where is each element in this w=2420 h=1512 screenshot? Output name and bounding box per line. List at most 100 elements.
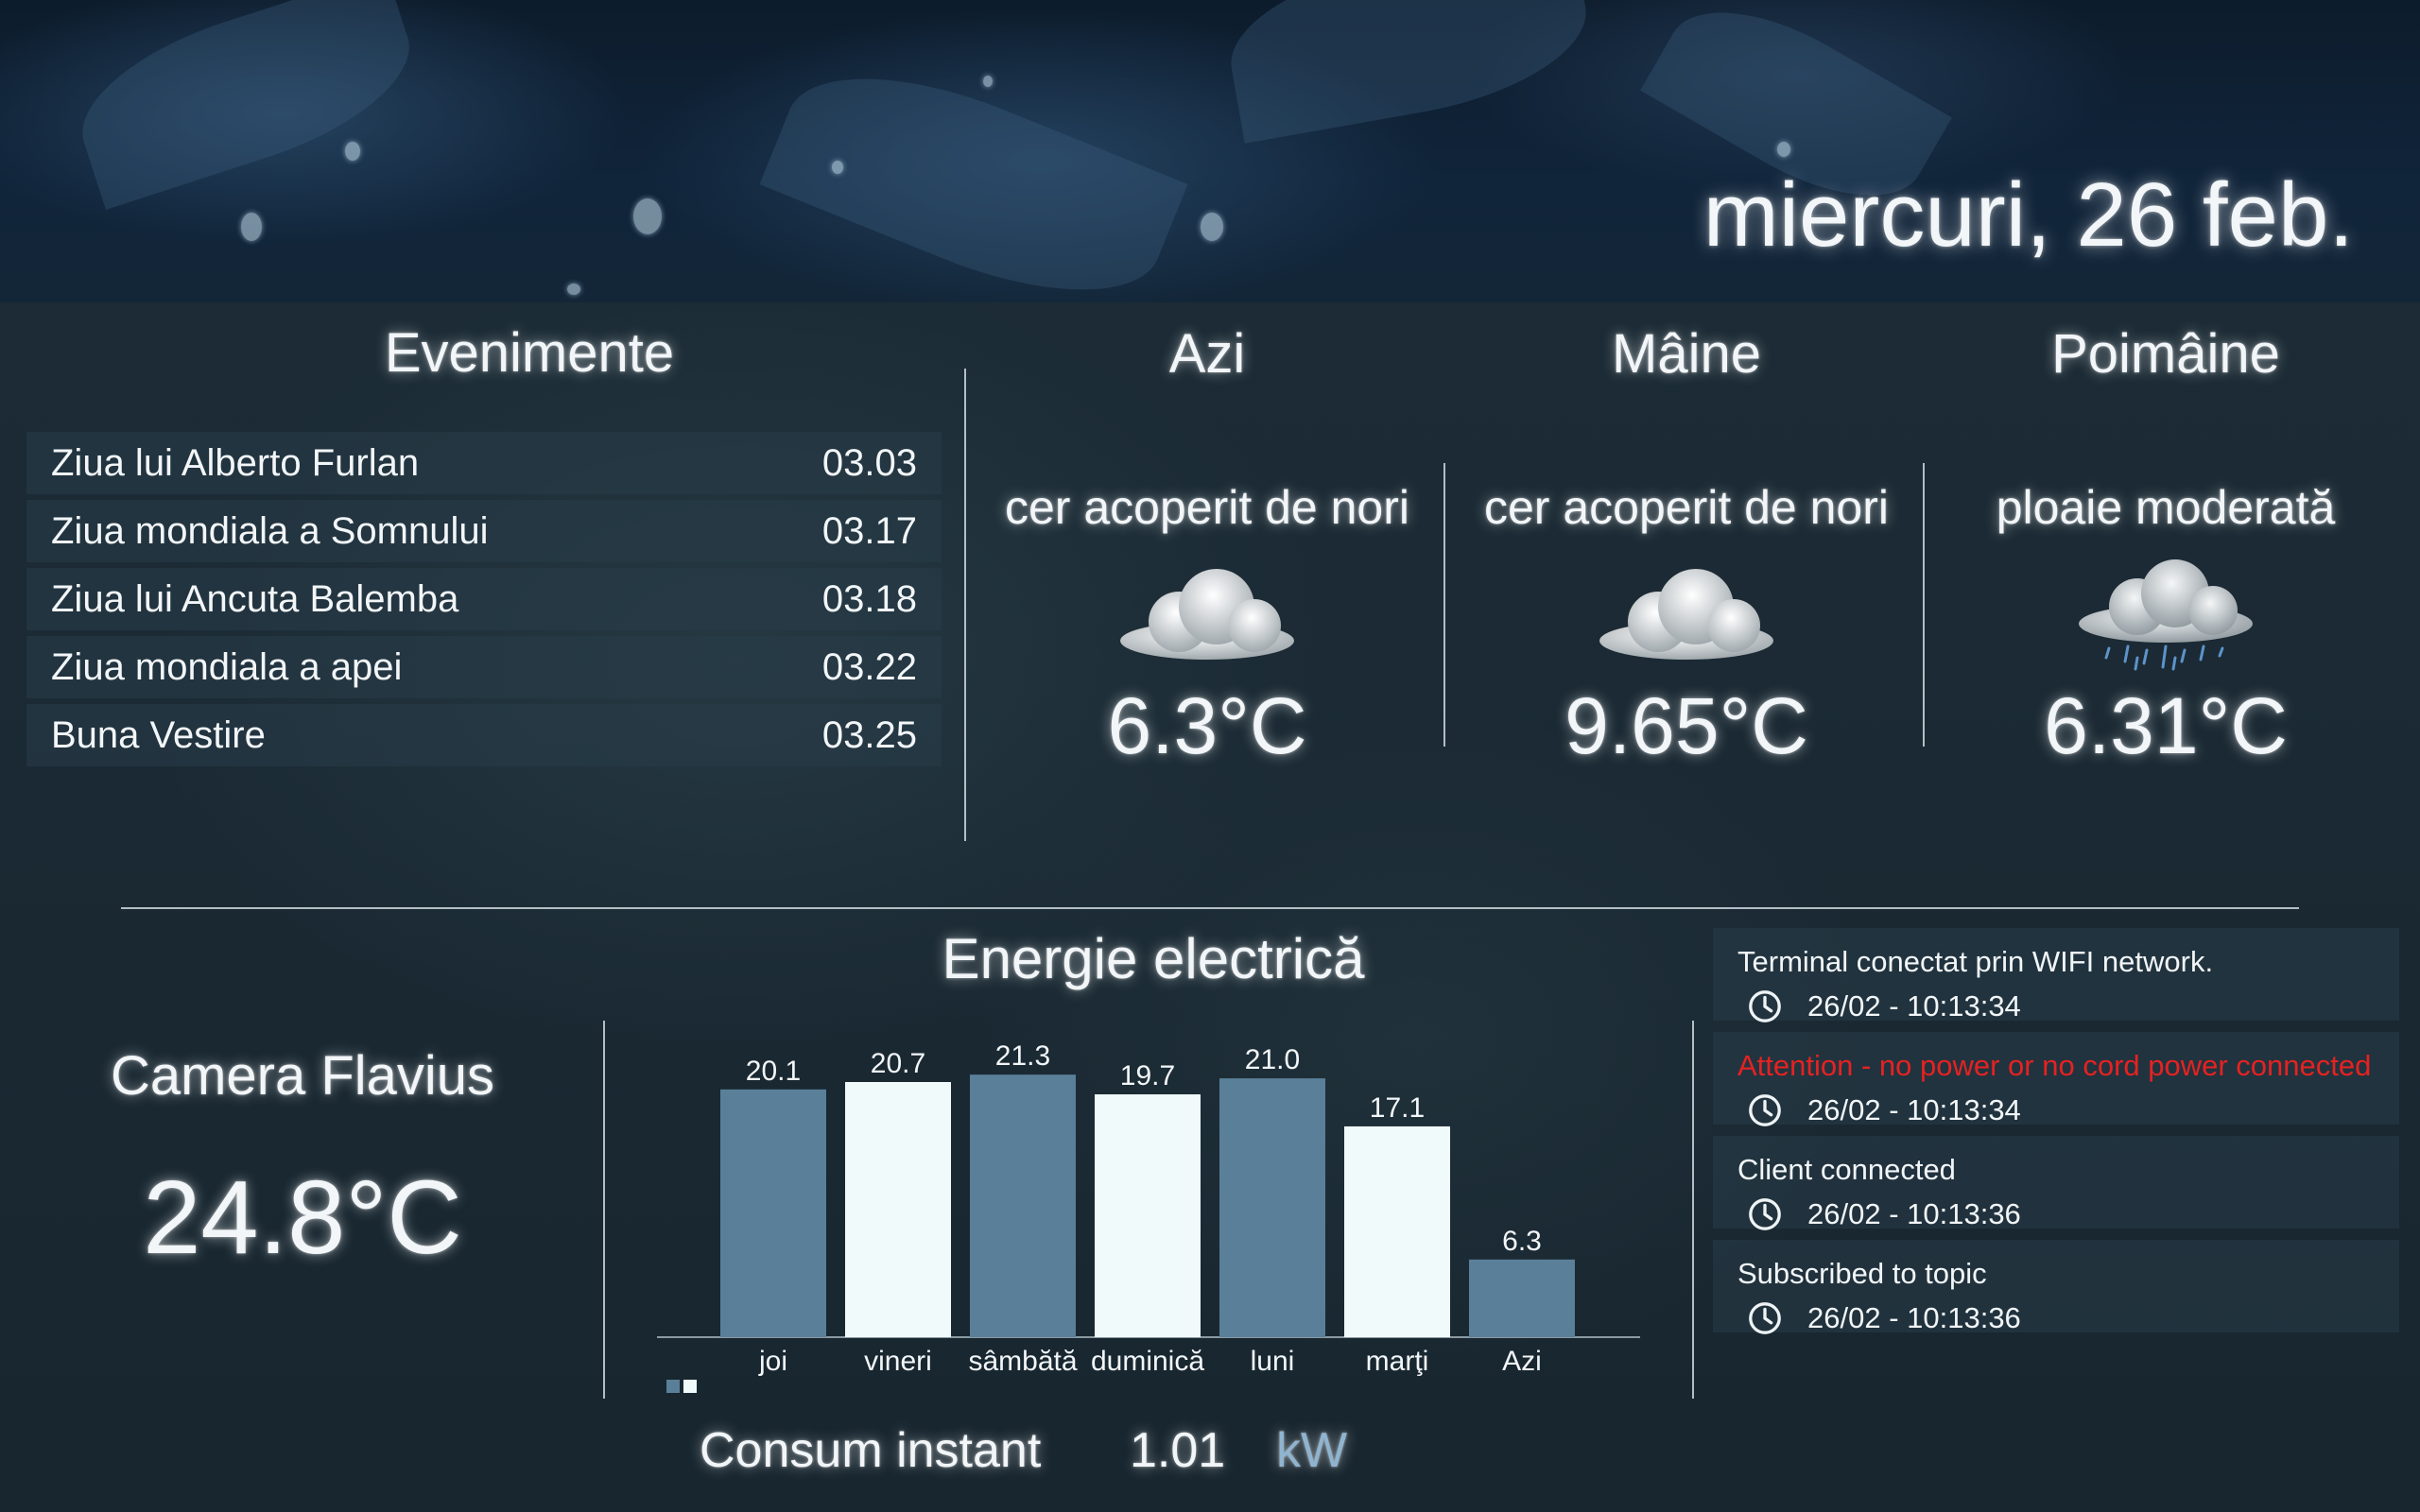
list-item: Ziua lui Ancuta Balemba 03.18 [26, 568, 942, 630]
log-item: Client connected 26/02 - 10:13:36 [1713, 1136, 2399, 1230]
divider [1443, 463, 1445, 747]
water-drop [345, 142, 360, 161]
list-item: Ziua mondiala a Somnului 03.17 [26, 500, 942, 562]
water-drop [1201, 213, 1223, 241]
chart-data-label: 17.1 [1370, 1092, 1425, 1124]
water-drop [832, 161, 843, 174]
log-item: Attention - no power or no cord power co… [1713, 1032, 2399, 1128]
forecast-today: Azi cer acoperit de nori 6.3°C [971, 321, 1443, 772]
list-item: Ziua lui Alberto Furlan 03.03 [26, 432, 942, 494]
chart-data-label: 20.7 [871, 1048, 925, 1079]
event-name: Ziua mondiala a apei [51, 645, 403, 688]
leaf-decoration [759, 35, 1188, 302]
leaf-decoration [1218, 0, 1599, 144]
chart-title: Energie electrică [942, 927, 1365, 990]
chart-tick-label: luni [1251, 1346, 1295, 1377]
forecast-day: Poimâine [2051, 323, 2280, 385]
chart-tick-label: sâmbătă [968, 1346, 1077, 1377]
divider [1692, 1021, 1694, 1399]
cloud-icon [1599, 569, 1773, 660]
chart-bar [1344, 1125, 1450, 1337]
log-message: Attention - no power or no cord power co… [1737, 1049, 2372, 1082]
chart-tick-label: vineri [864, 1346, 932, 1377]
date-title: miercuri, 26 feb. [1703, 164, 2354, 266]
event-date: 03.25 [821, 713, 917, 756]
chart-tick-label: marţi [1366, 1346, 1429, 1377]
chart-bar [1469, 1259, 1575, 1337]
forecast-day: Mâine [1612, 323, 1761, 385]
chart-data-label: 19.7 [1120, 1060, 1175, 1091]
legend-swatch [683, 1380, 697, 1393]
clock-icon [1749, 990, 1781, 1022]
log-time: 26/02 - 10:13:34 [1807, 989, 2021, 1022]
log-time: 26/02 - 10:13:36 [1807, 1301, 2021, 1334]
room-name: Camera Flavius [110, 1045, 495, 1107]
consum-instant-unit: kW [1276, 1423, 1348, 1478]
chart-bar [970, 1074, 1076, 1337]
chart-data-label: 21.3 [995, 1040, 1050, 1072]
list-item: Buna Vestire 03.25 [26, 704, 942, 766]
clock-icon [1749, 1094, 1781, 1126]
event-date: 03.03 [821, 441, 917, 484]
consum-instant-value: 1.01 [1130, 1423, 1226, 1478]
forecast-day-after: Poimâine ploaie moderată 6.31°C [1929, 321, 2402, 772]
legend-swatch [666, 1380, 680, 1393]
chart-data-label: 6.3 [1502, 1226, 1542, 1257]
event-date: 03.22 [821, 645, 917, 688]
water-drop [983, 76, 993, 87]
event-name: Buna Vestire [51, 713, 266, 756]
log-message: Client connected [1737, 1153, 1956, 1186]
log-time-row: 26/02 - 10:13:36 [1737, 1196, 2399, 1232]
water-drop [241, 213, 262, 241]
log-message: Subscribed to topic [1737, 1257, 1987, 1290]
event-name: Ziua lui Alberto Furlan [51, 441, 420, 484]
water-drop [567, 284, 580, 295]
log-message: Terminal conectat prin WIFI network. [1737, 945, 2214, 978]
log-time: 26/02 - 10:13:36 [1807, 1197, 2021, 1230]
events-title: Evenimente [384, 322, 675, 384]
list-item: Ziua mondiala a apei 03.22 [26, 636, 942, 698]
forecast-day: Azi [1168, 323, 1246, 385]
chart-bar [1095, 1094, 1201, 1337]
event-date: 03.17 [821, 509, 917, 552]
event-log: Terminal conectat prin WIFI network. 26/… [1713, 928, 2399, 1344]
chart-bar [845, 1082, 951, 1337]
chart-tick-label: joi [758, 1346, 787, 1377]
chart-data-label: 21.0 [1245, 1044, 1300, 1075]
consum-instant-label: Consum instant [700, 1423, 1042, 1478]
log-time-row: 26/02 - 10:13:36 [1737, 1300, 2399, 1336]
forecast-temperature: 6.31°C [2044, 681, 2288, 770]
events-list: Ziua lui Alberto Furlan 03.03 Ziua mondi… [26, 432, 942, 772]
forecast-tomorrow: Mâine cer acoperit de nori 9.65°C [1450, 321, 1923, 772]
forecast-temperature: 9.65°C [1564, 681, 1808, 770]
log-item: Terminal conectat prin WIFI network. 26/… [1713, 928, 2399, 1024]
forecast-temperature: 6.3°C [1107, 681, 1307, 770]
divider [1923, 463, 1925, 747]
water-drop [1777, 142, 1790, 157]
chart-data-label: 20.1 [746, 1056, 801, 1087]
divider [121, 907, 2299, 909]
divider [964, 369, 966, 841]
water-drop [633, 198, 662, 234]
event-name: Ziua mondiala a Somnului [51, 509, 489, 552]
divider [603, 1021, 605, 1399]
leaf-decoration [61, 0, 430, 210]
room-temperature: 24.8°C [143, 1160, 462, 1276]
chart-bar [1219, 1078, 1325, 1337]
forecast-description: cer acoperit de nori [1004, 481, 1409, 534]
event-name: Ziua lui Ancuta Balemba [51, 577, 459, 620]
log-time-row: 26/02 - 10:13:34 [1737, 1092, 2399, 1128]
chart-tick-label: duminică [1091, 1346, 1204, 1377]
clock-icon [1749, 1198, 1781, 1230]
clock-icon [1749, 1302, 1781, 1334]
cloud-icon [1120, 569, 1294, 660]
log-item: Subscribed to topic 26/02 - 10:13:36 [1713, 1240, 2399, 1334]
event-date: 03.18 [821, 577, 917, 620]
log-time: 26/02 - 10:13:34 [1807, 1093, 2021, 1126]
forecast-description: ploaie moderată [1996, 481, 2336, 534]
rain-cloud-icon [2079, 559, 2253, 671]
chart-tick-label: Azi [1502, 1346, 1542, 1377]
log-time-row: 26/02 - 10:13:34 [1737, 988, 2399, 1024]
energy-bar-chart: 20.1 joi 20.7 vineri 21.3 sâmbătă 19.7 duminică… [657, 1040, 1640, 1393]
forecast-description: cer acoperit de nori [1483, 481, 1889, 534]
